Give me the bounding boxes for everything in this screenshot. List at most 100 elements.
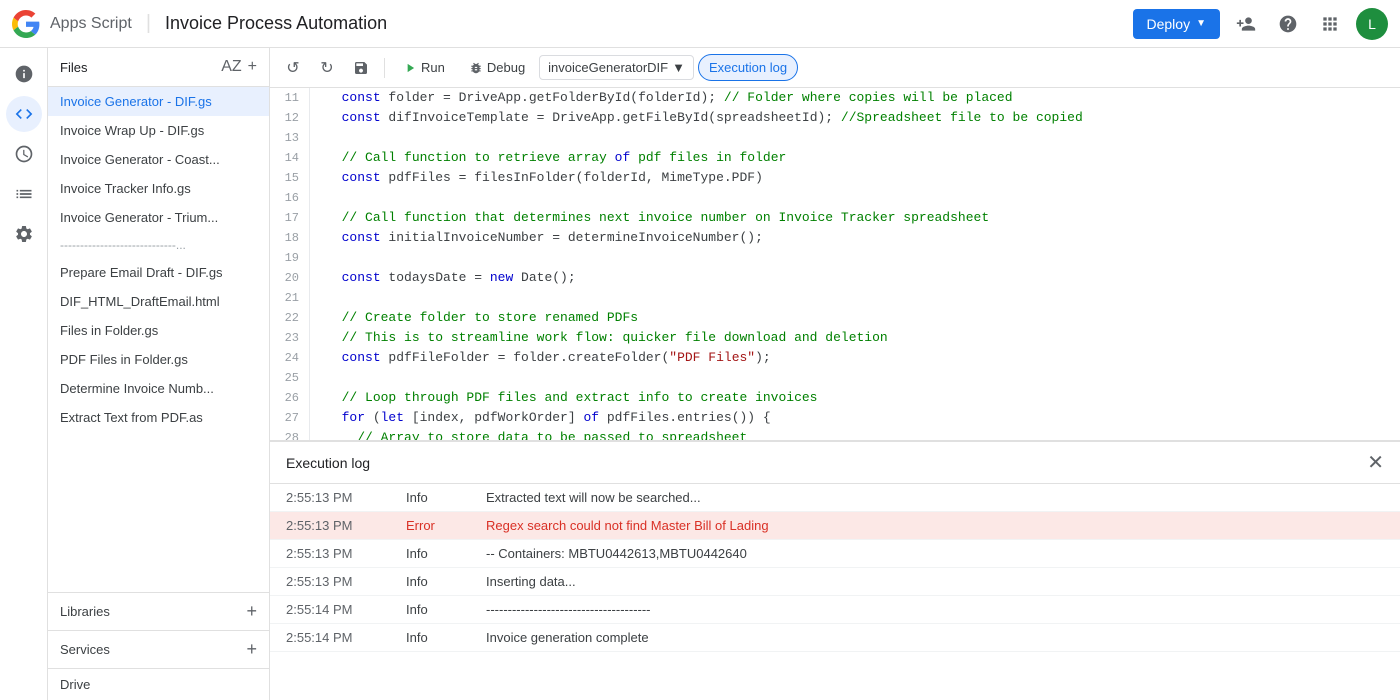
log-message: Regex search could not find Master Bill … <box>486 518 1384 533</box>
file-item[interactable]: -----------------------------... <box>48 232 269 258</box>
line-content[interactable]: const initialInvoiceNumber = determineIn… <box>310 228 763 248</box>
line-content[interactable]: const pdfFileFolder = folder.createFolde… <box>310 348 771 368</box>
line-number: 18 <box>270 228 310 248</box>
undo-button[interactable]: ↺ <box>278 53 308 83</box>
log-level: Error <box>406 518 486 533</box>
line-number: 28 <box>270 428 310 440</box>
line-content[interactable]: // Call function that determines next in… <box>310 208 989 228</box>
code-line: 15 const pdfFiles = filesInFolder(folder… <box>270 168 1400 188</box>
code-line: 23 // This is to streamline work flow: q… <box>270 328 1400 348</box>
exec-log-title: Execution log <box>286 455 370 471</box>
line-content[interactable]: // Create folder to store renamed PDFs <box>310 308 638 328</box>
list-icon[interactable] <box>6 176 42 212</box>
code-line: 12 const difInvoiceTemplate = DriveApp.g… <box>270 108 1400 128</box>
run-button[interactable]: Run <box>393 55 455 80</box>
debug-button[interactable]: Debug <box>459 55 535 80</box>
exec-log-close-button[interactable]: ✕ <box>1367 450 1384 475</box>
line-content[interactable] <box>310 128 326 148</box>
code-line: 11 const folder = DriveApp.getFolderById… <box>270 88 1400 108</box>
log-row: 2:55:13 PMInfoExtracted text will now be… <box>270 484 1400 512</box>
code-icon[interactable] <box>6 96 42 132</box>
file-item[interactable]: DIF_HTML_DraftEmail.html <box>48 287 269 316</box>
topbar-left: Apps Script | Invoice Process Automation <box>12 10 387 38</box>
line-number: 24 <box>270 348 310 368</box>
code-line: 25 <box>270 368 1400 388</box>
file-item[interactable]: Invoice Generator - Trium... <box>48 203 269 232</box>
line-content[interactable]: // This is to streamline work flow: quic… <box>310 328 888 348</box>
execution-log-button[interactable]: Execution log <box>698 54 798 81</box>
libraries-add-icon[interactable]: + <box>246 601 257 622</box>
settings-icon[interactable] <box>6 216 42 252</box>
line-content[interactable]: // Array to store data to be passed to s… <box>310 428 747 440</box>
line-content[interactable]: // Loop through PDF files and extract in… <box>310 388 818 408</box>
line-content[interactable] <box>310 188 326 208</box>
apps-icon[interactable] <box>1314 8 1346 40</box>
deploy-button[interactable]: Deploy ▼ <box>1133 9 1221 39</box>
line-number: 14 <box>270 148 310 168</box>
file-item[interactable]: Files in Folder.gs <box>48 316 269 345</box>
line-number: 11 <box>270 88 310 108</box>
line-content[interactable]: const difInvoiceTemplate = DriveApp.getF… <box>310 108 1083 128</box>
line-number: 17 <box>270 208 310 228</box>
line-content[interactable]: const folder = DriveApp.getFolderById(fo… <box>310 88 1013 108</box>
add-file-icon[interactable]: + <box>248 58 257 76</box>
line-content[interactable] <box>310 248 326 268</box>
file-item[interactable]: Invoice Generator - Coast... <box>48 145 269 174</box>
file-item[interactable]: Invoice Generator - DIF.gs <box>48 87 269 116</box>
avatar[interactable]: L <box>1356 8 1388 40</box>
line-content[interactable] <box>310 368 326 388</box>
file-item[interactable]: Prepare Email Draft - DIF.gs <box>48 258 269 287</box>
file-item[interactable]: PDF Files in Folder.gs <box>48 345 269 374</box>
line-content[interactable]: const todaysDate = new Date(); <box>310 268 576 288</box>
help-icon[interactable] <box>1272 8 1304 40</box>
file-item[interactable]: Invoice Tracker Info.gs <box>48 174 269 203</box>
topbar-right: Deploy ▼ L <box>1133 8 1389 40</box>
info-icon[interactable] <box>6 56 42 92</box>
line-number: 15 <box>270 168 310 188</box>
log-row: 2:55:13 PMErrorRegex search could not fi… <box>270 512 1400 540</box>
log-row: 2:55:14 PMInfo--------------------------… <box>270 596 1400 624</box>
code-line: 14 // Call function to retrieve array of… <box>270 148 1400 168</box>
file-item[interactable]: Extract Text from PDF.as <box>48 403 269 432</box>
sort-icon[interactable]: AZ <box>221 58 241 76</box>
sidebar: Files AZ + Invoice Generator - DIF.gsInv… <box>48 48 270 700</box>
line-content[interactable]: const pdfFiles = filesInFolder(folderId,… <box>310 168 763 188</box>
line-number: 26 <box>270 388 310 408</box>
line-number: 19 <box>270 248 310 268</box>
file-item[interactable]: Determine Invoice Numb... <box>48 374 269 403</box>
log-time: 2:55:14 PM <box>286 630 406 645</box>
file-item[interactable]: Invoice Wrap Up - DIF.gs <box>48 116 269 145</box>
toolbar: ↺ ↻ Run Debug invoiceGeneratorDIF ▼ Exec… <box>270 48 1400 88</box>
code-line: 20 const todaysDate = new Date(); <box>270 268 1400 288</box>
function-selector[interactable]: invoiceGeneratorDIF ▼ <box>539 55 694 80</box>
code-line: 16 <box>270 188 1400 208</box>
line-number: 27 <box>270 408 310 428</box>
services-add-icon[interactable]: + <box>246 639 257 660</box>
code-line: 18 const initialInvoiceNumber = determin… <box>270 228 1400 248</box>
clock-icon[interactable] <box>6 136 42 172</box>
line-content[interactable] <box>310 288 326 308</box>
log-message: Inserting data... <box>486 574 1384 589</box>
exec-log-body[interactable]: 2:55:13 PMInfoExtracted text will now be… <box>270 484 1400 700</box>
redo-button[interactable]: ↻ <box>312 53 342 83</box>
add-user-icon[interactable] <box>1230 8 1262 40</box>
topbar: Apps Script | Invoice Process Automation… <box>0 0 1400 48</box>
log-time: 2:55:13 PM <box>286 490 406 505</box>
save-button[interactable] <box>346 53 376 83</box>
libraries-section[interactable]: Libraries + <box>48 592 269 630</box>
main-container: Files AZ + Invoice Generator - DIF.gsInv… <box>0 48 1400 700</box>
sidebar-header: Files AZ + <box>48 48 269 87</box>
editor-container: ↺ ↻ Run Debug invoiceGeneratorDIF ▼ Exec… <box>270 48 1400 700</box>
drive-section[interactable]: Drive <box>48 668 269 700</box>
files-heading: Files <box>60 60 87 75</box>
code-line: 22 // Create folder to store renamed PDF… <box>270 308 1400 328</box>
code-area[interactable]: 11 const folder = DriveApp.getFolderById… <box>270 88 1400 440</box>
log-time: 2:55:13 PM <box>286 518 406 533</box>
execution-log: Execution log ✕ 2:55:13 PMInfoExtracted … <box>270 440 1400 700</box>
services-section[interactable]: Services + <box>48 630 269 668</box>
code-line: 28 // Array to store data to be passed t… <box>270 428 1400 440</box>
line-content[interactable]: for (let [index, pdfWorkOrder] of pdfFil… <box>310 408 771 428</box>
line-content[interactable]: // Call function to retrieve array of pd… <box>310 148 786 168</box>
log-level: Info <box>406 602 486 617</box>
code-line: 17 // Call function that determines next… <box>270 208 1400 228</box>
